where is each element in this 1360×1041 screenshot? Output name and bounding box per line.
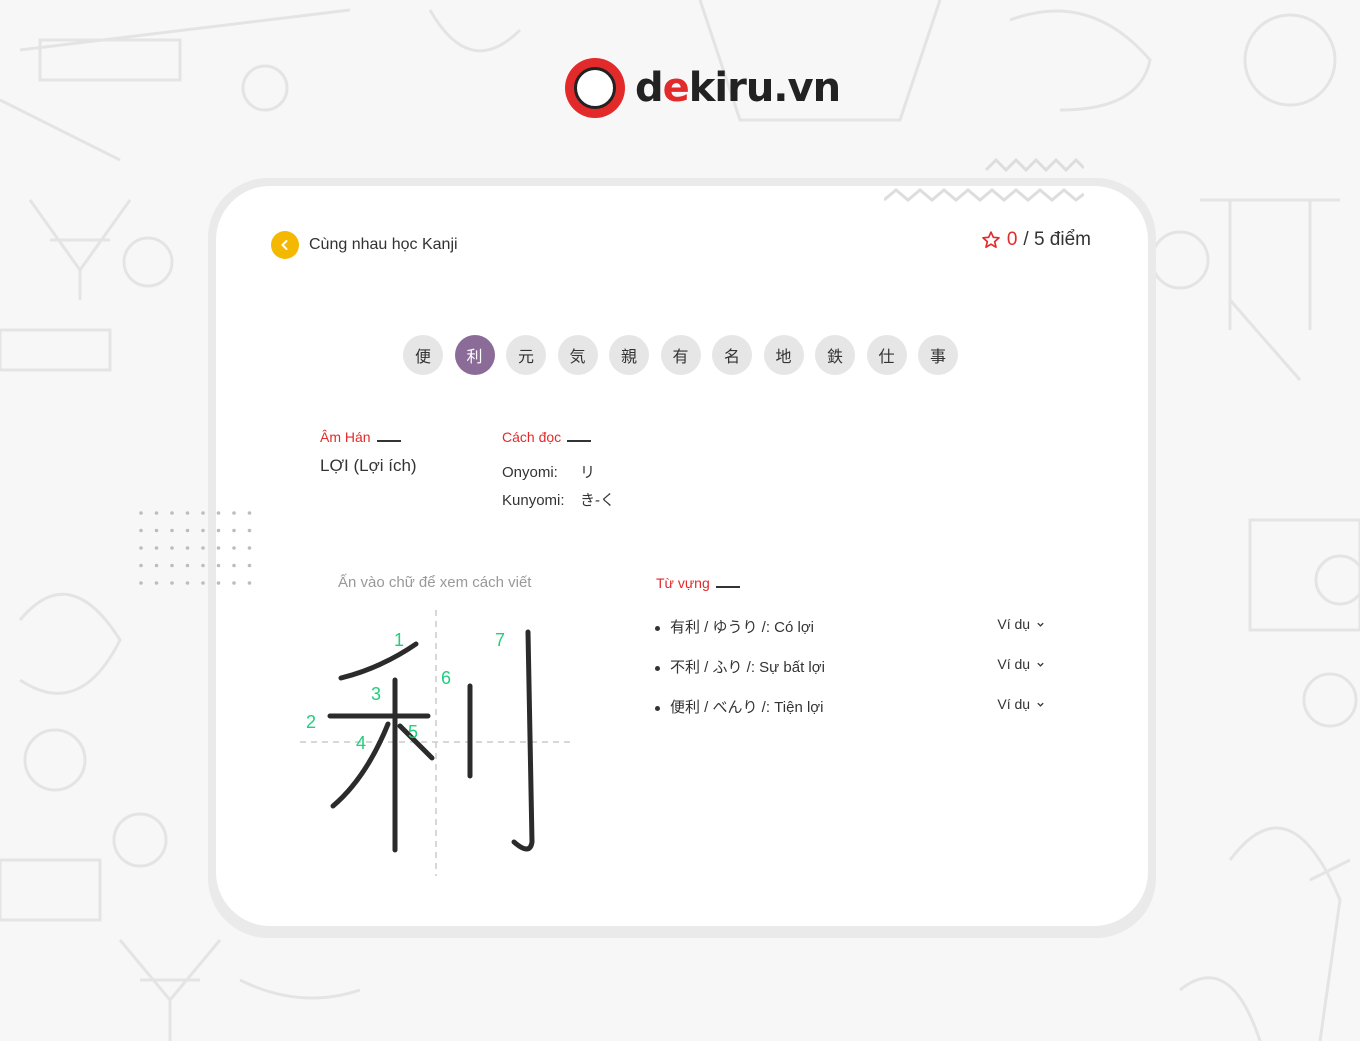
vocab-text: 便利 / べんり /: Tiện lợi — [655, 696, 823, 717]
back-button[interactable]: Cùng nhau học Kanji — [271, 231, 458, 259]
stroke-number-6: 6 — [441, 668, 451, 688]
example-toggle[interactable]: Ví dụ — [997, 696, 1045, 717]
stroke-number-7: 7 — [495, 630, 505, 650]
kunyomi-row: Kunyomi: き-く — [502, 489, 615, 510]
cachdoc-title: Cách đọc — [502, 429, 591, 445]
example-label: Ví dụ — [997, 616, 1031, 632]
onyomi-label: Onyomi: — [502, 464, 558, 481]
amhan-title: Âm Hán — [320, 429, 401, 445]
stroke-number-2: 2 — [306, 712, 316, 732]
kanji-tab[interactable]: 気 — [557, 335, 598, 375]
amhan-value: LỢI (Lợi ích) — [320, 456, 417, 475]
bullet-icon — [655, 625, 660, 631]
bullet-icon — [655, 705, 660, 711]
vocab-label: 不利 / ふり /: Sự bất lợi — [670, 659, 825, 676]
stroke-7 — [511, 629, 535, 852]
stroke-hint: Ấn vào chữ để xem cách viết — [338, 574, 532, 591]
vocab-text: 不利 / ふり /: Sự bất lợi — [655, 656, 825, 677]
kanji-tab[interactable]: 便 — [403, 335, 443, 375]
score-current: 0 — [1006, 229, 1018, 250]
example-toggle[interactable]: Ví dụ — [997, 616, 1045, 637]
stroke-1 — [338, 641, 419, 681]
onyomi-row: Onyomi: リ — [502, 461, 595, 482]
sumo-mascot-icon — [565, 58, 625, 118]
kanji-tab[interactable]: 地 — [763, 335, 804, 375]
vocab-item: 有利 / ゆうり /: Có lợi Ví dụ — [655, 616, 1045, 637]
kanji-tab[interactable]: 事 — [918, 335, 958, 375]
score-display: 0 / 5 điểm — [981, 229, 1091, 251]
zigzag-decoration — [884, 157, 1084, 202]
example-label: Ví dụ — [997, 696, 1031, 712]
vocab-item: 便利 / べんり /: Tiện lợi Ví dụ — [655, 696, 1045, 717]
vocab-label: 有利 / ゆうり /: Có lợi — [670, 619, 815, 636]
vocab-text: 有利 / ゆうり /: Có lợi — [655, 616, 814, 637]
example-toggle[interactable]: Ví dụ — [997, 656, 1045, 677]
example-label: Ví dụ — [997, 656, 1031, 672]
stroke-number-5: 5 — [408, 722, 418, 742]
stroke-number-4: 4 — [356, 733, 366, 753]
kanji-tab[interactable]: 親 — [609, 335, 649, 375]
kunyomi-value: き-く — [580, 492, 615, 509]
bullet-icon — [655, 665, 660, 671]
onyomi-value: リ — [580, 464, 596, 481]
back-label: Cùng nhau học Kanji — [309, 236, 458, 253]
tuvung-title: Từ vựng — [656, 575, 740, 591]
star-outline-icon — [981, 231, 1000, 248]
dot-grid-decoration — [139, 511, 252, 585]
vocab-item: 不利 / ふり /: Sự bất lợi Ví dụ — [655, 656, 1045, 677]
stroke-number-3: 3 — [371, 684, 381, 704]
kanji-tab[interactable]: 利 — [454, 335, 495, 375]
chevron-down-icon — [1037, 622, 1044, 627]
kanji-stroke-canvas[interactable]: 1 2 3 4 5 6 7 — [296, 610, 586, 880]
kunyomi-label: Kunyomi: — [502, 492, 565, 509]
dekiru-logo[interactable]: dekiru.vn — [565, 58, 841, 118]
score-total: / 5 điểm — [1023, 229, 1091, 250]
kanji-tab[interactable]: 元 — [506, 335, 546, 375]
stroke-number-1: 1 — [394, 630, 404, 650]
chevron-down-icon — [1037, 702, 1044, 707]
kanji-tab[interactable]: 名 — [712, 335, 752, 375]
kanji-tabs: 便利元気親有名地鉄仕事 — [403, 335, 958, 375]
chevron-left-icon — [271, 231, 299, 259]
chevron-down-icon — [1037, 662, 1044, 667]
kanji-tab[interactable]: 仕 — [866, 335, 907, 375]
brand-name: dekiru.vn — [635, 65, 841, 111]
kanji-tab[interactable]: 鉄 — [815, 335, 855, 375]
vocab-label: 便利 / べんり /: Tiện lợi — [670, 699, 824, 716]
kanji-tab[interactable]: 有 — [660, 335, 701, 375]
